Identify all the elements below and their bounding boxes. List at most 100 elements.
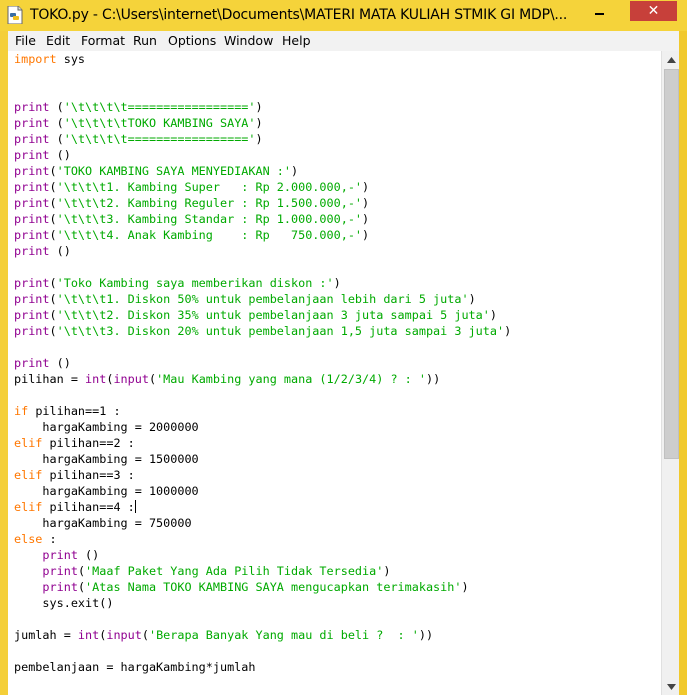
keyword-token: elif bbox=[14, 468, 43, 482]
code-line[interactable]: elif pilihan==2 : bbox=[14, 435, 511, 451]
code-token: pilihan==4 : bbox=[42, 500, 135, 514]
code-token: sys.exit() bbox=[14, 596, 114, 610]
string-token: '\t\t\t3. Diskon 20% untuk pembelanjaan … bbox=[56, 324, 505, 338]
builtin-token: print bbox=[14, 212, 50, 226]
code-line[interactable]: print('Toko Kambing saya memberikan disk… bbox=[14, 275, 511, 291]
code-token: pilihan==1 : bbox=[28, 404, 121, 418]
builtin-token: print bbox=[14, 356, 50, 370]
code-line[interactable]: print('\t\t\t2. Diskon 35% untuk pembela… bbox=[14, 307, 511, 323]
code-line[interactable]: jumlah = int(input('Berapa Banyak Yang m… bbox=[14, 627, 511, 643]
code-token: pilihan==3 : bbox=[42, 468, 135, 482]
string-token: 'Berapa Banyak Yang mau di beli ? : ' bbox=[148, 628, 419, 642]
code-token: () bbox=[49, 244, 71, 258]
builtin-token: print bbox=[42, 548, 78, 562]
code-token: hargaKambing = 750000 bbox=[14, 516, 192, 530]
code-line[interactable]: if pilihan==1 : bbox=[14, 403, 511, 419]
code-line[interactable] bbox=[14, 259, 511, 275]
builtin-token: print bbox=[14, 324, 50, 338]
code-line[interactable]: print () bbox=[14, 547, 511, 563]
code-line[interactable]: hargaKambing = 1500000 bbox=[14, 451, 511, 467]
code-token: pilihan==2 : bbox=[42, 436, 135, 450]
code-token: ( bbox=[49, 132, 64, 146]
code-token: ( bbox=[49, 324, 57, 338]
code-token: sys bbox=[56, 52, 86, 66]
code-line[interactable]: print () bbox=[14, 147, 511, 163]
code-token: ( bbox=[49, 100, 64, 114]
code-line[interactable]: print('\t\t\t3. Diskon 20% untuk pembela… bbox=[14, 323, 511, 339]
code-line[interactable]: print('\t\t\t3. Kambing Standar : Rp 1.0… bbox=[14, 211, 511, 227]
title-bar[interactable]: TOKO.py - C:\Users\internet\Documents\MA… bbox=[0, 0, 687, 31]
code-line[interactable]: hargaKambing = 2000000 bbox=[14, 419, 511, 435]
builtin-token: print bbox=[14, 228, 50, 242]
code-line[interactable]: print ('\t\t\t\t=================') bbox=[14, 131, 511, 147]
code-line[interactable]: elif pilihan==4 : bbox=[14, 499, 511, 515]
code-token: ) bbox=[255, 132, 263, 146]
menu-format[interactable]: Format bbox=[81, 33, 125, 48]
code-line[interactable]: print('\t\t\t1. Kambing Super : Rp 2.000… bbox=[14, 179, 511, 195]
code-editor[interactable]: import sys print ('\t\t\t\t==============… bbox=[8, 51, 661, 695]
code-token: hargaKambing = 1500000 bbox=[14, 452, 199, 466]
code-token: ) bbox=[362, 180, 370, 194]
menu-options[interactable]: Options bbox=[168, 33, 216, 48]
python-file-icon bbox=[7, 5, 23, 25]
code-line[interactable] bbox=[14, 67, 511, 83]
code-line[interactable]: import sys bbox=[14, 51, 511, 67]
code-line[interactable]: else : bbox=[14, 531, 511, 547]
code-line[interactable]: elif pilihan==3 : bbox=[14, 467, 511, 483]
scroll-up-arrow-icon[interactable] bbox=[662, 51, 680, 68]
menu-edit[interactable]: Edit bbox=[46, 33, 70, 48]
code-line[interactable]: pembelanjaan = hargaKambing*jumlah bbox=[14, 659, 511, 675]
builtin-token: print bbox=[14, 308, 50, 322]
code-line[interactable]: print('\t\t\t2. Kambing Reguler : Rp 1.5… bbox=[14, 195, 511, 211]
code-line[interactable]: print('TOKO KAMBING SAYA MENYEDIAKAN :') bbox=[14, 163, 511, 179]
code-token: hargaKambing = 1000000 bbox=[14, 484, 199, 498]
scrollbar-thumb[interactable] bbox=[664, 69, 679, 459]
code-line[interactable]: print ('\t\t\t\tTOKO KAMBING SAYA') bbox=[14, 115, 511, 131]
code-line[interactable] bbox=[14, 611, 511, 627]
code-line[interactable] bbox=[14, 339, 511, 355]
code-token: ) bbox=[504, 324, 512, 338]
menu-help[interactable]: Help bbox=[282, 33, 311, 48]
idle-editor-window: TOKO.py - C:\Users\internet\Documents\MA… bbox=[0, 0, 687, 695]
keyword-token: if bbox=[14, 404, 29, 418]
menu-window[interactable]: Window bbox=[224, 33, 273, 48]
code-line[interactable]: hargaKambing = 750000 bbox=[14, 515, 511, 531]
builtin-token: print bbox=[14, 180, 50, 194]
code-line[interactable]: print('Atas Nama TOKO KAMBING SAYA mengu… bbox=[14, 579, 511, 595]
code-token: ( bbox=[49, 180, 57, 194]
code-line[interactable] bbox=[14, 387, 511, 403]
code-line[interactable] bbox=[14, 83, 511, 99]
code-line[interactable]: print () bbox=[14, 243, 511, 259]
code-token: ) bbox=[461, 580, 469, 594]
menu-file[interactable]: File bbox=[15, 33, 36, 48]
code-token: ) bbox=[383, 564, 391, 578]
code-line[interactable]: print('\t\t\t1. Diskon 50% untuk pembela… bbox=[14, 291, 511, 307]
code-line[interactable]: print ('\t\t\t\t=================') bbox=[14, 99, 511, 115]
code-token: ) bbox=[362, 212, 370, 226]
string-token: '\t\t\t2. Diskon 35% untuk pembelanjaan … bbox=[56, 308, 490, 322]
code-line[interactable]: hargaKambing = 1000000 bbox=[14, 483, 511, 499]
code-token: ( bbox=[77, 564, 86, 578]
code-text[interactable]: import sys print ('\t\t\t\t==============… bbox=[14, 51, 511, 675]
code-line[interactable]: print('\t\t\t4. Anak Kambing : Rp 750.00… bbox=[14, 227, 511, 243]
string-token: '\t\t\t\t=================' bbox=[63, 100, 256, 114]
code-token: ( bbox=[141, 628, 149, 642]
code-token: ( bbox=[148, 372, 157, 386]
code-token: ( bbox=[49, 212, 57, 226]
code-line[interactable]: print () bbox=[14, 355, 511, 371]
code-token: )) bbox=[425, 372, 441, 386]
code-token: hargaKambing = 2000000 bbox=[14, 420, 199, 434]
minimize-button[interactable] bbox=[586, 1, 612, 21]
close-button[interactable]: ✕ bbox=[630, 1, 677, 21]
menu-run[interactable]: Run bbox=[133, 33, 157, 48]
scroll-down-arrow-icon[interactable] bbox=[662, 678, 680, 695]
code-line[interactable] bbox=[14, 643, 511, 659]
code-line[interactable]: pilihan = int(input('Mau Kambing yang ma… bbox=[14, 371, 511, 387]
code-token: ) bbox=[489, 308, 497, 322]
code-line[interactable]: print('Maaf Paket Yang Ada Pilih Tidak T… bbox=[14, 563, 511, 579]
vertical-scrollbar[interactable] bbox=[661, 51, 680, 695]
code-line[interactable]: sys.exit() bbox=[14, 595, 511, 611]
builtin-token: print bbox=[14, 100, 50, 114]
